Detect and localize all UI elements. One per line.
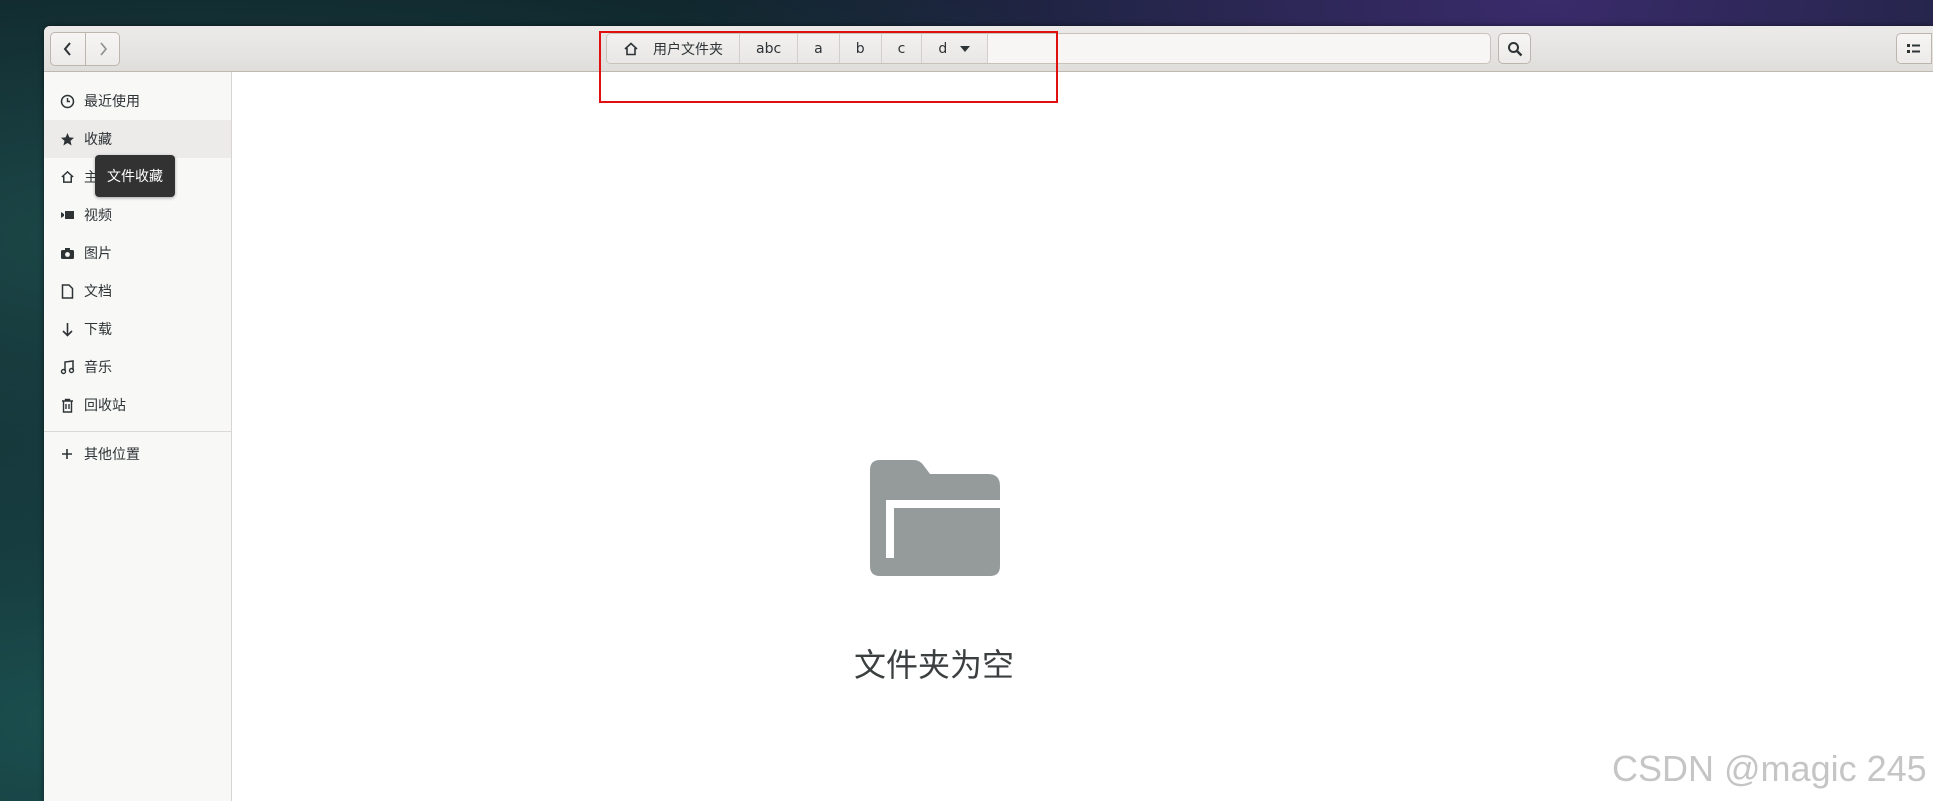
watermark: CSDN @magic 245 (1612, 748, 1927, 789)
sidebar-item-music[interactable]: 音乐 (44, 348, 231, 386)
sidebar-item-documents[interactable]: 文档 (44, 272, 231, 310)
music-note-icon (58, 358, 76, 376)
chevron-left-icon (63, 42, 71, 56)
video-icon (58, 206, 76, 224)
download-arrow-icon (58, 320, 76, 338)
sidebar-item-videos[interactable]: 视频 (44, 196, 231, 234)
path-crumb-a[interactable]: a (798, 34, 840, 63)
sidebar-item-label: 回收站 (84, 398, 126, 414)
path-crumb-c[interactable]: c (881, 34, 923, 63)
chevron-right-icon (99, 42, 107, 56)
trash-icon (58, 396, 76, 414)
sidebar-item-label: 最近使用 (84, 94, 140, 110)
path-bar: 用户文件夹 abc a b c d (606, 33, 1491, 64)
path-crumb-b[interactable]: b (839, 34, 882, 63)
path-crumb-home[interactable]: 用户文件夹 (607, 34, 740, 63)
clock-icon (58, 92, 76, 110)
search-button[interactable] (1498, 33, 1531, 64)
navigation-buttons (50, 32, 120, 66)
document-icon (58, 282, 76, 300)
sidebar-item-label: 下载 (84, 322, 112, 338)
home-icon (624, 41, 638, 55)
path-crumb-label: d (938, 40, 948, 57)
path-crumb-abc[interactable]: abc (740, 34, 799, 63)
folder-icon (870, 460, 1000, 576)
sidebar-item-starred[interactable]: 收藏 (44, 120, 231, 158)
sidebar-item-trash[interactable]: 回收站 (44, 386, 231, 424)
view-options-button[interactable] (1896, 33, 1932, 64)
star-icon (58, 130, 76, 148)
triangle-down-icon[interactable] (959, 45, 971, 53)
home-icon (58, 168, 76, 186)
path-crumb-label: abc (756, 40, 782, 57)
path-crumb-label: c (897, 40, 906, 57)
empty-folder-view (232, 72, 1933, 801)
sidebar-item-pictures[interactable]: 图片 (44, 234, 231, 272)
path-crumb-d[interactable]: d (922, 34, 989, 63)
path-crumb-home-label: 用户文件夹 (653, 41, 723, 58)
sidebar-item-label: 音乐 (84, 360, 112, 376)
sidebar-separator (44, 431, 231, 432)
empty-folder-label: 文件夹为空 (853, 646, 1014, 684)
sidebar-item-label: 收藏 (84, 132, 112, 148)
path-crumb-label: a (814, 40, 823, 57)
plus-icon (58, 445, 76, 463)
sidebar-item-downloads[interactable]: 下载 (44, 310, 231, 348)
sidebar-item-label: 文档 (84, 284, 112, 300)
path-crumb-label: b (855, 40, 865, 57)
sidebar-item-other-locations[interactable]: 其他位置 (44, 435, 231, 473)
sidebar-item-label: 其他位置 (84, 447, 140, 463)
search-icon (1507, 41, 1522, 56)
header-bar: 用户文件夹 abc a b c d (44, 26, 1933, 72)
sidebar-item-label: 视频 (84, 208, 112, 224)
camera-icon (58, 244, 76, 262)
list-view-icon (1907, 43, 1920, 53)
sidebar-item-label: 图片 (84, 246, 112, 262)
tooltip: 文件收藏 (95, 155, 175, 197)
back-button[interactable] (51, 33, 85, 65)
sidebar-item-recent[interactable]: 最近使用 (44, 82, 231, 120)
forward-button[interactable] (85, 33, 119, 65)
